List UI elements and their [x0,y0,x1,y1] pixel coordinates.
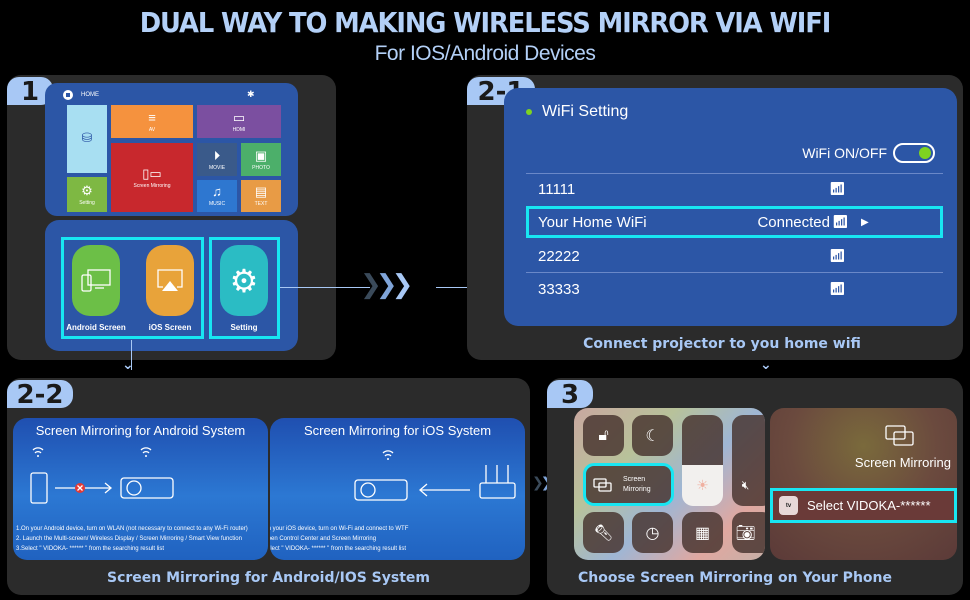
tile-screen-mirroring[interactable]: ▯▭ Screen Mirroring [111,143,193,212]
document-icon: ▤ [254,184,268,199]
brightness-slider[interactable]: ☀ [682,415,723,506]
wifi-icon [382,450,394,460]
setting-label: Setting [230,323,258,332]
timer-button[interactable]: ◷ [632,512,673,553]
page-title: DUAL WAY TO MAKING WIRELESS MIRROR VIA W… [139,6,832,39]
wifi-settings-screen: WiFi Setting WiFi ON/OFF 11111 📶︎ Your H… [504,88,957,326]
wifi-icon [32,447,44,457]
vidoka-device-option[interactable]: tv Select VIDOKA-****** [770,488,957,523]
calculator-button[interactable]: ▦ [682,512,723,553]
bluetooth-icon: ✱ [247,89,255,99]
tile-photo[interactable]: ▣ PHOTO [241,143,281,176]
music-icon: ♫ [212,184,222,199]
wifi-settings-title: WiFi Setting [542,103,629,120]
ios-steps: 1.On your iOS device, turn on Wi-Fi and … [270,526,409,552]
ios-screen-app[interactable] [146,245,194,316]
setting-app[interactable]: ⚙ [220,245,268,316]
android-diagram [30,447,174,504]
camera-icon: 📷︎ [735,524,756,542]
gear-icon: ⚙ [81,182,93,198]
ios-screen-label: iOS Screen [148,323,192,332]
flashlight-icon: 🔦︎ [593,524,614,542]
status-dot [526,109,532,115]
home-header: HOME [63,90,99,100]
projector-icon [120,477,174,499]
android-screen-app[interactable] [72,245,120,316]
usb-icon: ⛁ [81,130,93,145]
wifi-icon [140,447,152,457]
tile-text[interactable]: ▤ TEXT [241,180,281,212]
android-screen-label: Android Screen [66,323,126,332]
tile-setting[interactable]: ⚙ Setting [67,177,107,212]
step2-2-badge: 2-2 [7,380,73,410]
android-devices-icon [81,268,111,292]
ios-control-center: 🔓︎ ☾ ☀ 🔇︎ Screen Mirroring 🔦︎ ◷ ▦ 📷︎ [574,408,765,560]
flashlight-button[interactable]: 🔦︎ [583,512,624,553]
photo-icon: ▣ [254,147,268,163]
connector-line [436,287,468,288]
home-title: HOME [81,92,99,98]
moon-icon: ☾ [645,427,660,445]
router-icon [479,465,516,499]
wifi-lock-icon: 📶︎ [829,281,846,296]
mute-icon: 🔇︎ [741,478,750,492]
wifi-settings-header: WiFi Setting [526,103,628,121]
step2-2-caption: Screen Mirroring for Android/IOS System [107,570,430,586]
rotation-lock-icon: 🔓︎ [598,426,609,444]
av-cable-icon: ≡ [148,109,156,125]
step3-badge: 3 [547,380,593,410]
wifi-lock-icon: 📶︎ [829,248,846,263]
android-steps: 1.On your Android device, turn on WLAN (… [16,526,248,552]
wifi-lock-icon: 📶︎ [832,214,849,229]
airplay-icon [157,268,183,291]
right-chevrons-icon: ❯❯❯ [360,270,413,300]
ios-guide-title: Screen Mirroring for iOS System [303,423,492,438]
timer-icon: ◷ [645,524,660,542]
screen-mirroring-button[interactable]: Screen Mirroring [583,463,674,506]
wifi-lock-icon: 📶︎ [829,181,846,196]
apple-tv-icon: tv [779,496,798,515]
projector-home-screen: HOME ✱ ⛁ ≡ AV ▭ HDMI ▯▭ Screen Mirroring… [45,83,298,216]
tile-usb[interactable]: ⛁ [67,105,107,173]
android-guide-title: Screen Mirroring for Android System [35,423,246,438]
rotation-lock-button[interactable]: 🔓︎ [583,415,624,456]
screen-mirroring-title: Screen Mirroring [854,455,951,470]
volume-slider[interactable]: 🔇︎ [732,415,765,506]
wifi-toggle[interactable] [893,143,935,163]
step2-1-caption: Connect projector to you home wifi [583,336,861,352]
home-icon [63,90,73,100]
step3-caption: Choose Screen Mirroring on Your Phone [577,570,892,586]
hdmi-icon: ▭ [232,109,246,125]
network-item[interactable]: 33333 📶︎ [526,273,943,305]
gear-icon: ⚙ [229,262,259,299]
wifi-toggle-label: WiFi ON/OFF [802,145,887,161]
screen-mirroring-icon [885,425,914,446]
phone-icon [30,472,48,504]
arrow-right-icon: ▶ [861,216,869,228]
network-item[interactable]: 22222 📶︎ [526,240,943,272]
ios-mirroring-guide: Screen Mirroring for iOS System 1.On you… [270,418,525,560]
projector-icon [354,479,408,501]
ios-diagram [354,450,516,501]
tile-hdmi[interactable]: ▭ HDMI [197,105,281,138]
screen-mirroring-icon: ▯▭ [142,165,162,181]
do-not-disturb-button[interactable]: ☾ [632,415,673,456]
camera-button[interactable]: 📷︎ [732,512,765,553]
tile-music[interactable]: ♫ MUSIC [197,180,237,212]
network-item[interactable]: 11111 📶︎ [526,173,943,205]
android-mirroring-guide: Screen Mirroring for Android System 1.On… [13,418,268,560]
network-item-connected[interactable]: Your Home WiFi Connected 📶︎ ▶ [526,206,943,238]
calculator-icon: ▦ [694,524,711,542]
play-icon: ⏵ [213,147,221,163]
wifi-toggle-row: WiFi ON/OFF [802,143,935,163]
connection-status: Connected [757,213,830,231]
tile-av[interactable]: ≡ AV [111,105,193,138]
screen-mirroring-icon [593,477,612,492]
connector-line [280,287,370,288]
screen-mirroring-menu: Screen Mirroring tv Select VIDOKA-****** [770,408,957,560]
page-subtitle: For IOS/Android Devices [374,42,596,65]
tile-movie[interactable]: ⏵ MOVIE [197,143,237,176]
projector-app-launcher: ⚙ Android Screen iOS Screen Setting [45,220,298,351]
sun-icon: ☀ [696,477,709,493]
